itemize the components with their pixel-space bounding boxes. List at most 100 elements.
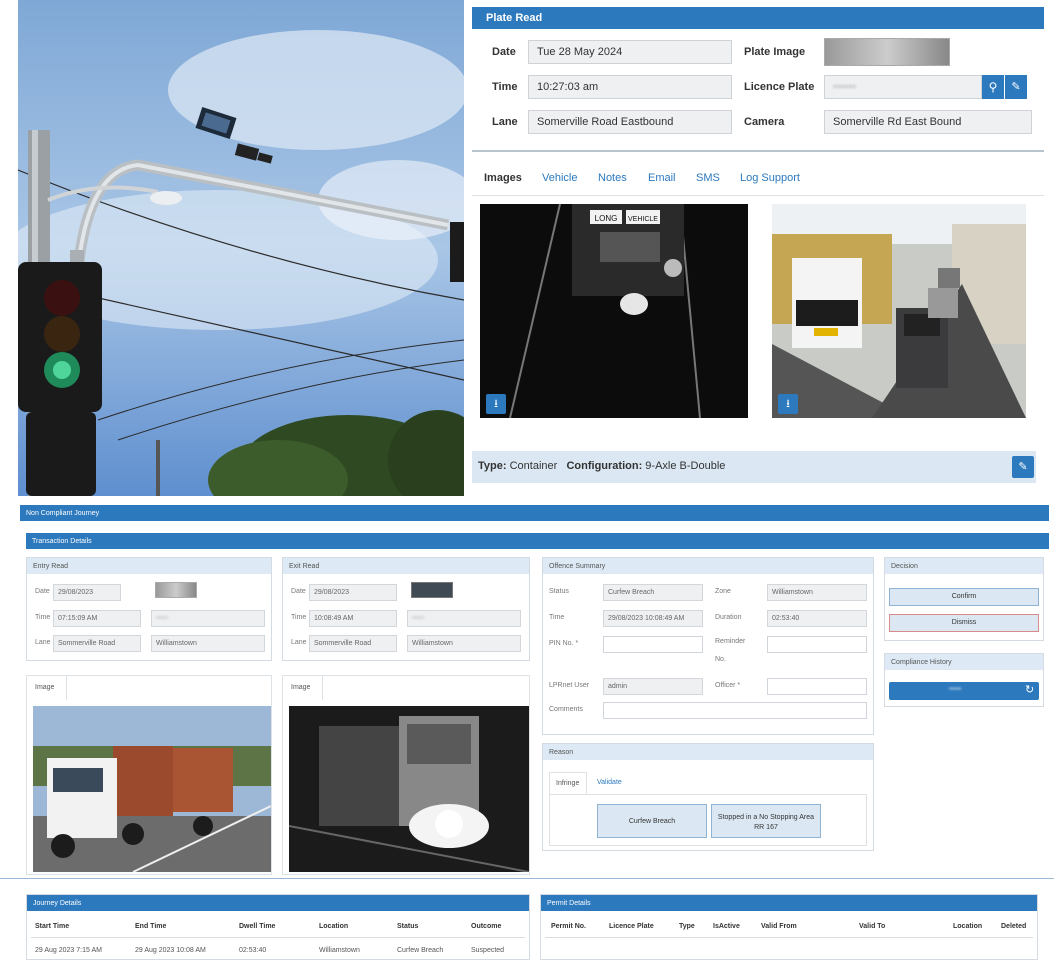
type-label: Type: bbox=[478, 460, 507, 472]
col-end-time[interactable]: End Time bbox=[135, 923, 166, 930]
col-valid-from[interactable]: Valid From bbox=[761, 923, 797, 930]
lane-label: Lane bbox=[492, 116, 518, 128]
dismiss-label: Dismiss bbox=[951, 619, 977, 626]
pin-input[interactable] bbox=[603, 636, 703, 653]
download-icon[interactable]: ⭳ bbox=[486, 394, 506, 414]
permit-details-title: Permit Details bbox=[547, 900, 591, 907]
curfew-breach-button[interactable]: Curfew Breach bbox=[597, 804, 707, 838]
compliance-history-button[interactable]: ••••• ↻ bbox=[889, 682, 1039, 700]
tab-log-support[interactable]: Log Support bbox=[740, 172, 800, 184]
confirm-button[interactable]: Confirm bbox=[889, 588, 1039, 606]
entry-plate-field: ••••• bbox=[151, 610, 265, 627]
officer-label: Officer * bbox=[715, 682, 741, 689]
stopped-label-1: Stopped in a No Stopping Area bbox=[717, 814, 815, 821]
entry-read-card: Entry Read Date 29/08/2023 Time 07:15:09… bbox=[26, 557, 272, 661]
licence-plate-label: Licence Plate bbox=[744, 81, 815, 93]
exit-plate-field: ••••• bbox=[407, 610, 521, 627]
plate-image-thumbnail bbox=[824, 38, 950, 66]
comments-input[interactable] bbox=[603, 702, 867, 719]
entry-read-header: Entry Read bbox=[27, 558, 271, 574]
plate-read-title: Plate Read bbox=[486, 12, 543, 24]
stopped-label-2: RR 167 bbox=[754, 824, 778, 831]
exit-time-label: Time bbox=[291, 614, 307, 621]
tab-underline bbox=[472, 195, 1044, 196]
colour-overview-image bbox=[772, 204, 1026, 418]
exit-image-tab[interactable]: Image bbox=[283, 676, 323, 700]
separator-line bbox=[0, 878, 1054, 879]
col-dwell-time[interactable]: Dwell Time bbox=[239, 923, 275, 930]
offence-summary-card: Offence Summary Status Curfew Breach Zon… bbox=[542, 557, 874, 735]
time-label-offence: Time bbox=[549, 614, 565, 621]
cell-dwell-time: 02:53:40 bbox=[239, 947, 267, 954]
tab-notes[interactable]: Notes bbox=[598, 172, 627, 184]
decision-card: Decision Confirm Dismiss bbox=[884, 557, 1044, 641]
reminder-label-no: No. bbox=[715, 656, 726, 663]
reason-card: Reason Infringe Validate Curfew Breach S… bbox=[542, 743, 874, 851]
exit-lane-field: Sommerville Road bbox=[309, 635, 397, 652]
col-start-time[interactable]: Start Time bbox=[35, 923, 69, 930]
vehicle-type-bar: Type: Container Configuration: 9-Axle B-… bbox=[472, 451, 1036, 483]
entry-image-card: Image bbox=[26, 675, 272, 875]
officer-input[interactable] bbox=[767, 678, 867, 695]
col-isactive[interactable]: IsActive bbox=[713, 923, 740, 930]
lprnet-user-label: LPRnet User bbox=[549, 682, 590, 689]
entry-truck-photo bbox=[33, 706, 272, 873]
search-icon[interactable]: ⚲ bbox=[982, 75, 1004, 99]
plate-image-label: Plate Image bbox=[744, 46, 806, 58]
pencil-icon[interactable]: ✎ bbox=[1012, 456, 1034, 478]
entry-date-field: 29/08/2023 bbox=[53, 584, 121, 601]
cell-outcome: Suspected bbox=[471, 947, 505, 954]
type-value: Container bbox=[509, 460, 558, 472]
dismiss-button[interactable]: Dismiss bbox=[889, 614, 1039, 632]
col-outcome[interactable]: Outcome bbox=[471, 923, 501, 930]
col-location[interactable]: Location bbox=[953, 923, 982, 930]
refresh-icon[interactable]: ↻ bbox=[1025, 683, 1034, 696]
tab-validate[interactable]: Validate bbox=[597, 779, 622, 786]
configuration-label: Configuration: bbox=[566, 460, 643, 472]
decision-header: Decision bbox=[885, 558, 1043, 574]
permit-details-header: Permit Details bbox=[541, 895, 1037, 911]
journey-details-card: Journey Details Start Time End Time Dwel… bbox=[26, 894, 530, 960]
exit-date-label: Date bbox=[291, 588, 306, 595]
permit-details-card: Permit Details Permit No. Licence Plate … bbox=[540, 894, 1038, 960]
col-valid-to[interactable]: Valid To bbox=[859, 923, 885, 930]
col-status[interactable]: Status bbox=[397, 923, 418, 930]
transaction-details-header: Transaction Details bbox=[26, 533, 1049, 549]
exit-lane-label: Lane bbox=[291, 639, 307, 646]
col-type[interactable]: Type bbox=[679, 923, 695, 930]
date-label: Date bbox=[492, 46, 516, 58]
duration-field: 02:53:40 bbox=[767, 610, 867, 627]
tab-infringe[interactable]: Infringe bbox=[549, 772, 587, 794]
vehicle-sign-text: VEHICLE bbox=[628, 216, 658, 223]
entry-time-field: 07:15:09 AM bbox=[53, 610, 141, 627]
entry-date-label: Date bbox=[35, 588, 50, 595]
plate-read-header: Plate Read bbox=[472, 7, 1044, 29]
blurred-plate-text: ••••• bbox=[949, 686, 962, 693]
pencil-icon[interactable]: ✎ bbox=[1005, 75, 1027, 99]
configuration-value: 9-Axle B-Double bbox=[645, 460, 726, 472]
lane-field: Somerville Road Eastbound bbox=[528, 110, 732, 134]
tab-images[interactable]: Images bbox=[484, 172, 522, 184]
col-permit-no[interactable]: Permit No. bbox=[551, 923, 586, 930]
entry-image-tab[interactable]: Image bbox=[27, 676, 67, 700]
entry-lane-field: Sommerville Road bbox=[53, 635, 141, 652]
reminder-label: Reminder bbox=[715, 638, 746, 645]
non-compliant-journey-panel: Non Compliant Journey Transaction Detail… bbox=[20, 497, 1049, 887]
entry-lane-label: Lane bbox=[35, 639, 51, 646]
reason-header: Reason bbox=[543, 744, 873, 760]
download-icon[interactable]: ⭳ bbox=[778, 394, 798, 414]
tab-email[interactable]: Email bbox=[648, 172, 676, 184]
reminder-input[interactable] bbox=[767, 636, 867, 653]
stopped-no-stopping-button[interactable]: Stopped in a No Stopping Area RR 167 bbox=[711, 804, 821, 838]
tab-vehicle[interactable]: Vehicle bbox=[542, 172, 577, 184]
confirm-label: Confirm bbox=[951, 593, 977, 600]
col-location[interactable]: Location bbox=[319, 923, 348, 930]
exit-time-field: 10:08:49 AM bbox=[309, 610, 397, 627]
col-deleted[interactable]: Deleted bbox=[1001, 923, 1026, 930]
col-licence-plate[interactable]: Licence Plate bbox=[609, 923, 654, 930]
zone-field: Williamstown bbox=[767, 584, 867, 601]
tab-sms[interactable]: SMS bbox=[696, 172, 720, 184]
ir-rear-image: LONG VEHICLE bbox=[480, 203, 748, 419]
cell-start-time: 29 Aug 2023 7:15 AM bbox=[35, 947, 102, 954]
status-label: Status bbox=[549, 588, 569, 595]
